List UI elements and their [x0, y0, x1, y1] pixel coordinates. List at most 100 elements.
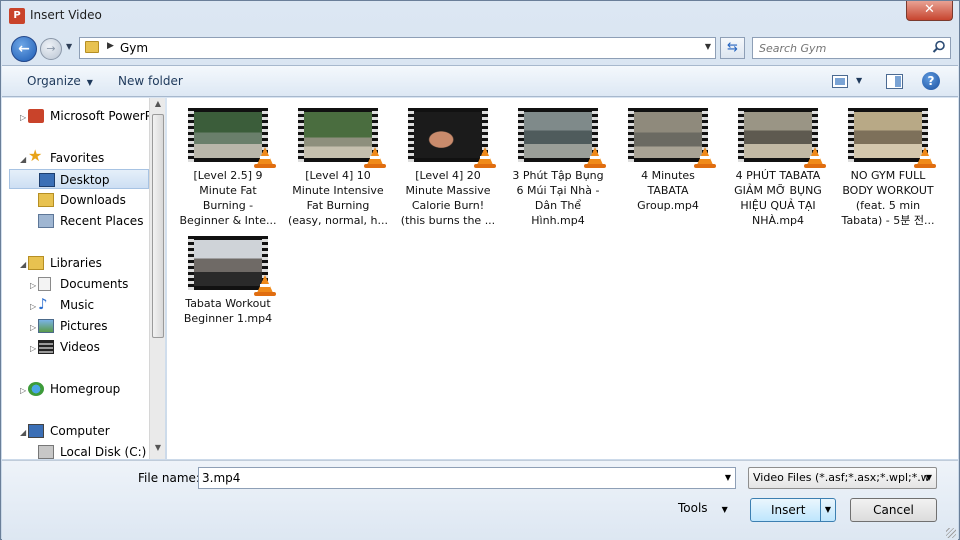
nav-item-label: Documents: [60, 277, 129, 291]
expander-icon[interactable]: ▷: [30, 323, 36, 332]
video-thumbnail: [298, 108, 386, 168]
video-thumbnail: [738, 108, 826, 168]
downloads-icon: [38, 193, 54, 207]
window-title: Insert Video: [30, 8, 102, 22]
file-name: [Level 2.5] 9 Minute Fat Burning - Beginner…: [179, 169, 277, 227]
chevron-down-icon: ▼: [925, 473, 932, 482]
video-thumbnail: [188, 236, 276, 296]
documents-icon: [38, 277, 51, 291]
recent-pages-chevron-down-icon[interactable]: ▼: [66, 42, 72, 51]
breadcrumb-arrow-icon[interactable]: ▶: [107, 41, 114, 51]
close-button[interactable]: ✕: [906, 1, 953, 21]
file-name: NO GYM FULL BODY WORKOUT (feat. 5 min Tabat…: [841, 169, 935, 227]
video-thumbnail: [518, 108, 606, 168]
file-type-value: Video Files (*.asf;*.asx;*.wpl;*.w: [753, 471, 930, 484]
file-name: Tabata Workout Beginner 1.mp4: [183, 297, 273, 325]
file-item[interactable]: [Level 4] 20 Minute Massive Calorie Burn!(…: [395, 98, 501, 228]
insert-button[interactable]: Insert ▼: [750, 498, 836, 522]
video-thumbnail: [408, 108, 496, 168]
chevron-down-icon[interactable]: ▼: [725, 473, 731, 482]
scroll-down-arrow-icon[interactable]: ▼: [151, 443, 165, 457]
change-view-icon[interactable]: [832, 75, 848, 88]
title-bar: P Insert Video ✕: [1, 1, 959, 31]
file-item[interactable]: [Level 4] 10 Minute Intensive Fat Burning(…: [285, 98, 391, 228]
nav-item-label: Homegroup: [50, 382, 121, 396]
file-name: [Level 4] 20 Minute Massive Calorie Burn!(…: [400, 169, 496, 227]
tools-menu-button[interactable]: Tools ▼: [678, 501, 728, 515]
expander-icon[interactable]: ◢: [20, 155, 26, 164]
video-thumbnail: [188, 108, 276, 168]
recent-places-icon: [38, 214, 54, 228]
help-icon[interactable]: ?: [922, 72, 940, 90]
expander-icon[interactable]: ▷: [20, 386, 26, 395]
nav-item-label: Local Disk (C:): [60, 445, 147, 459]
homegroup-icon: [28, 382, 44, 396]
nav-item-label: Favorites: [50, 151, 105, 165]
file-item[interactable]: [Level 2.5] 9 Minute Fat Burning - Beginner…: [175, 98, 281, 228]
address-history-chevron-down-icon[interactable]: ▼: [705, 42, 711, 51]
music-icon: ♪: [38, 295, 48, 313]
search-input[interactable]: [753, 38, 928, 58]
dialog-footer: File name: ▼ Video Files (*.asf;*.asx;*.…: [2, 460, 958, 540]
address-bar[interactable]: ▶ Gym ▼: [79, 37, 716, 59]
nav-item-label: Videos: [60, 340, 100, 354]
organize-label: Organize: [27, 74, 81, 88]
scroll-thumb[interactable]: [152, 114, 164, 338]
organize-button[interactable]: Organize ▼: [27, 74, 93, 88]
expander-icon[interactable]: ◢: [20, 260, 26, 269]
insert-options-chevron-down-icon[interactable]: ▼: [820, 499, 835, 521]
resize-grip[interactable]: [946, 528, 956, 538]
file-type-select[interactable]: Video Files (*.asf;*.asx;*.wpl;*.w ▼: [748, 467, 937, 489]
powerpoint-app-icon: P: [9, 8, 25, 24]
expander-icon[interactable]: ▷: [30, 302, 36, 311]
expander-icon[interactable]: ▷: [30, 344, 36, 353]
nav-item-label: Pictures: [60, 319, 108, 333]
file-name-label: File name:: [138, 471, 200, 485]
desktop-icon: [39, 173, 55, 187]
file-name-input[interactable]: [199, 468, 714, 488]
expander-icon[interactable]: ▷: [20, 113, 26, 122]
nav-item-label: Recent Places: [60, 214, 144, 228]
videos-icon: [38, 340, 54, 354]
file-item[interactable]: NO GYM FULL BODY WORKOUT (feat. 5 min Tabat…: [835, 98, 941, 228]
back-arrow-icon: ←: [18, 41, 30, 57]
breadcrumb-gym[interactable]: Gym: [120, 41, 148, 55]
expander-icon[interactable]: ◢: [20, 428, 26, 437]
view-options-chevron-down-icon[interactable]: ▼: [856, 76, 862, 85]
file-name-combobox[interactable]: ▼: [198, 467, 736, 489]
computer-icon: [28, 424, 44, 438]
file-name: 4 Minutes TABATA Group.mp4: [637, 169, 699, 212]
file-name: 4 PHÚT TABATA GIẢM MỠ BỤNG HIỆU QUẢ TẠI NHÀ…: [734, 169, 822, 227]
preview-pane-icon[interactable]: [886, 74, 903, 89]
forward-button[interactable]: →: [40, 38, 62, 60]
nav-item-label: Computer: [50, 424, 110, 438]
pictures-icon: [38, 319, 54, 333]
nav-scrollbar[interactable]: ▲ ▼: [149, 98, 165, 459]
file-item[interactable]: 3 Phút Tập Bụng 6 Múi Tại Nhà - Dân Thể Hìn…: [505, 98, 611, 228]
insert-label: Insert: [771, 503, 806, 517]
scroll-up-arrow-icon[interactable]: ▲: [151, 99, 165, 113]
insert-video-dialog: P Insert Video ✕ ← → ▼ ▶ Gym ▼ ⇆ Organiz…: [0, 0, 960, 540]
tools-label: Tools: [678, 501, 708, 515]
star-icon: ★: [28, 146, 43, 165]
file-item[interactable]: 4 Minutes TABATA Group.mp4: [615, 98, 721, 228]
search-icon[interactable]: [932, 40, 946, 54]
nav-item-label: Music: [60, 298, 95, 312]
chevron-down-icon: ▼: [721, 505, 728, 514]
libraries-icon: [28, 256, 44, 270]
file-item[interactable]: 4 PHÚT TABATA GIẢM MỠ BỤNG HIỆU QUẢ TẠI NHÀ…: [725, 98, 831, 228]
chevron-down-icon: ▼: [86, 78, 93, 87]
search-box[interactable]: [752, 37, 951, 59]
nav-item-label: Microsoft PowerPoint: [50, 109, 165, 123]
cancel-button[interactable]: Cancel: [850, 498, 937, 522]
new-folder-button[interactable]: New folder: [118, 74, 183, 88]
command-bar: Organize ▼ New folder ▼ ?: [2, 65, 958, 97]
nav-item-label: Desktop: [60, 173, 110, 187]
expander-icon[interactable]: ▷: [30, 281, 36, 290]
forward-arrow-icon: →: [46, 42, 56, 55]
back-button[interactable]: ←: [11, 36, 37, 62]
file-item[interactable]: Tabata Workout Beginner 1.mp4: [175, 226, 281, 326]
file-list: [Level 2.5] 9 Minute Fat Burning - Beginner…: [167, 98, 958, 459]
refresh-button[interactable]: ⇆: [720, 37, 745, 59]
nav-item-desktop[interactable]: Desktop: [9, 169, 149, 189]
